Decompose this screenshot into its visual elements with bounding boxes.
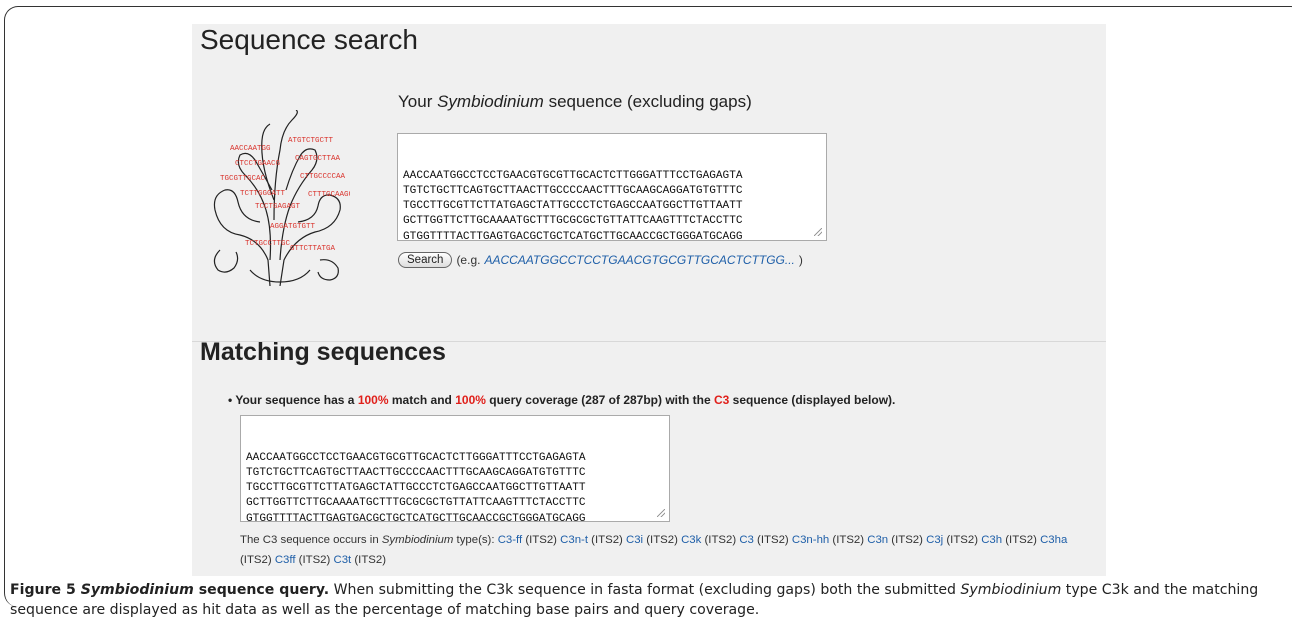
- sequence-input-textarea[interactable]: AACCAATGGCCTCCTGAACGTGCGTTGCACTCTTGGGATT…: [397, 133, 827, 241]
- types-suffix: type(s):: [453, 534, 498, 546]
- example-sequence-link[interactable]: AACCAATGGCCTCCTGAACGTGCGTTGCACTCTTGG...: [484, 253, 794, 267]
- type-marker: (ITS2): [753, 534, 792, 546]
- type-marker: (ITS2): [1002, 534, 1041, 546]
- resize-handle-icon[interactable]: [814, 228, 822, 236]
- sequence-line: GTGGTTTTACTTGAGTGACGCTGCTCATGCTTGCAACCGC…: [246, 512, 586, 522]
- search-row: Search (e.g. AACCAATGGCCTCCTGAACGTGCGTTG…: [398, 252, 803, 268]
- label-genus: Symbiodinium: [437, 92, 544, 111]
- coral-sequence-text: CTCCTGAACG: [235, 160, 281, 168]
- types-genus: Symbiodinium: [381, 534, 454, 546]
- coral-sequence-text: CTTTGCAAGC: [308, 191, 350, 199]
- search-button[interactable]: Search: [398, 252, 453, 268]
- type-link[interactable]: C3n-t: [560, 534, 588, 546]
- label-prefix: Your: [398, 92, 438, 111]
- type-marker: (ITS2): [295, 554, 334, 566]
- coverage-percent: 100%: [455, 393, 486, 407]
- sequence-line: TGCCTTGCGTTCTTATGAGCTATTGCCCTCTGAGCCAATG…: [403, 200, 743, 213]
- type-link[interactable]: C3ff: [275, 554, 296, 566]
- coral-sequence-text: AGGATGTGTT: [270, 223, 316, 231]
- coral-sequence-text: CTTGCCCCAA: [300, 173, 346, 181]
- type-link[interactable]: C3n-hh: [792, 534, 829, 546]
- caption-genus: Symbiodinium: [960, 582, 1062, 598]
- type-link[interactable]: C3n: [867, 534, 888, 546]
- type-marker: (ITS2): [522, 534, 561, 546]
- type-link[interactable]: C3j: [926, 534, 943, 546]
- type-marker: (ITS2): [643, 534, 682, 546]
- type-marker: (ITS2): [240, 554, 275, 566]
- example-prefix: (e.g.: [456, 253, 481, 267]
- match-result-line: • Your sequence has a 100% match and 100…: [228, 393, 895, 407]
- type-marker: (ITS2): [943, 534, 982, 546]
- coral-sequence-text: TCTTGGGATT: [240, 190, 286, 198]
- matched-sequence-textarea[interactable]: AACCAATGGCCTCCTGAACGTGCGTTGCACTCTTGGGATT…: [240, 415, 670, 522]
- result-text-4: sequence (displayed below).: [729, 393, 896, 407]
- type-link[interactable]: C3k: [681, 534, 701, 546]
- type-marker: (ITS2): [888, 534, 927, 546]
- matching-sequences-heading: Matching sequences: [200, 338, 446, 366]
- type-link[interactable]: C3i: [626, 534, 643, 546]
- sequence-line: GTGGTTTTACTTGAGTGACGCTGCTCATGCTTGCAACCGC…: [403, 230, 743, 241]
- result-text-2: match and: [388, 393, 456, 407]
- caption-title-genus: Symbiodinium: [80, 582, 194, 598]
- bullet: •: [228, 393, 233, 407]
- coral-sequence-text: CAGTGCTTAA: [295, 155, 341, 163]
- match-percent: 100%: [357, 393, 389, 407]
- type-link[interactable]: C3h: [981, 534, 1002, 546]
- figure-caption: Figure 5 Symbiodinium sequence query. Wh…: [10, 580, 1280, 620]
- coral-sequence-text: TGCGTTGCAC: [220, 175, 266, 183]
- coral-sequence-text: ATGTCTGCTT: [288, 137, 334, 145]
- type-link[interactable]: C3ha: [1040, 534, 1067, 546]
- types-prefix: The C3 sequence occurs in: [240, 534, 382, 546]
- example-suffix: ): [798, 253, 803, 267]
- match-name: C3: [714, 393, 730, 407]
- label-suffix: sequence (excluding gaps): [543, 92, 752, 111]
- type-link[interactable]: C3: [739, 534, 754, 546]
- type-marker: (ITS2): [829, 534, 868, 546]
- sequence-line: AACCAATGGCCTCCTGAACGTGCGTTGCACTCTTGGGATT…: [403, 169, 743, 182]
- result-text-1: Your sequence has a: [235, 393, 358, 407]
- coral-sequence-text: GTTCTTATGA: [290, 245, 336, 253]
- result-text-3: query coverage (287 of 287bp) with the: [485, 393, 714, 407]
- sequence-line: TGTCTGCTTCAGTGCTTAACTTGCCCCAACTTTGCAAGCA…: [403, 184, 743, 197]
- caption-label: Figure 5: [10, 582, 81, 598]
- caption-text-1: When submitting the C3k sequence in fast…: [329, 582, 961, 598]
- type-marker: (ITS2): [588, 534, 626, 546]
- resize-handle-icon[interactable]: [657, 509, 665, 517]
- type-link[interactable]: C3t: [333, 554, 351, 566]
- coral-sequence-text: TCTGCCTTGC: [245, 240, 291, 248]
- type-marker: (ITS2): [351, 554, 387, 566]
- sequence-search-heading: Sequence search: [200, 24, 418, 55]
- sequence-line: TGCCTTGCGTTCTTATGAGCTATTGCCCTCTGAGCCAATG…: [246, 482, 586, 495]
- types-line: The C3 sequence occurs in Symbiodinium t…: [240, 530, 1090, 570]
- coral-logo-icon: AACCAATGG CTCCTGAACG TGCGTTGCAC TCTTGGGATT T…: [213, 110, 350, 286]
- coral-sequence-text: AACCAATGG: [230, 145, 271, 153]
- type-marker: (ITS2): [701, 534, 740, 546]
- coral-sequence-text: TCCTGAGAGT: [255, 203, 301, 211]
- sequence-line: GCTTGGTTCTTGCAAAATGCTTTGCGCGCTGTTATTCAAG…: [246, 497, 586, 510]
- type-link[interactable]: C3-ff: [498, 534, 522, 546]
- caption-title: sequence query.: [193, 582, 330, 598]
- sequence-line: GCTTGGTTCTTGCAAAATGCTTTGCGCGCTGTTATTCAAG…: [403, 215, 743, 228]
- sequence-line: TGTCTGCTTCAGTGCTTAACTTGCCCCAACTTTGCAAGCA…: [246, 466, 586, 479]
- sequence-input-label: Your Symbiodinium sequence (excluding ga…: [398, 92, 752, 112]
- sequence-line: AACCAATGGCCTCCTGAACGTGCGTTGCACTCTTGGGATT…: [246, 451, 586, 464]
